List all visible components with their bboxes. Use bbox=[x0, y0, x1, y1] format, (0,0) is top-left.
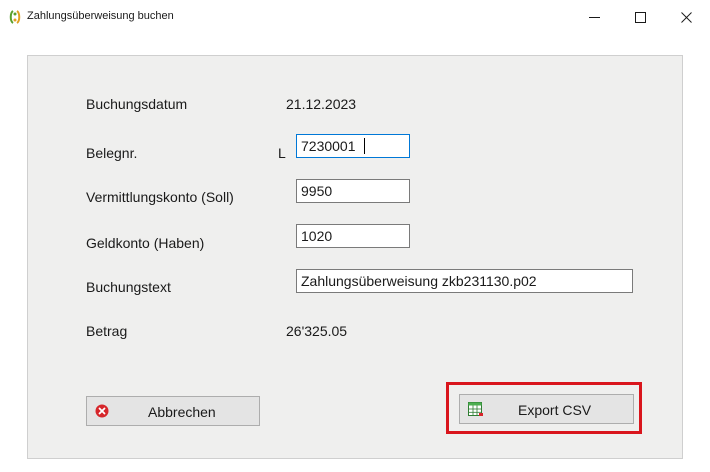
buchungsdatum-value: 21.12.2023 bbox=[286, 96, 357, 112]
buchungstext-input[interactable]: Zahlungsüberweisung zkb231130.p02 bbox=[296, 269, 633, 293]
cancel-button[interactable]: Abbrechen bbox=[86, 396, 260, 426]
title-bar: Zahlungsüberweisung buchen bbox=[0, 0, 710, 34]
text-caret bbox=[364, 138, 365, 154]
buchungstext-label: Buchungstext bbox=[86, 279, 171, 295]
export-csv-button[interactable]: Export CSV bbox=[459, 394, 634, 424]
buchungstext-input-value: Zahlungsüberweisung zkb231130.p02 bbox=[301, 273, 537, 289]
betrag-value: 26'325.05 bbox=[286, 323, 348, 339]
vermittlungskonto-input[interactable]: 9950 bbox=[296, 179, 410, 203]
close-window-button[interactable] bbox=[663, 0, 709, 34]
vermittlungskonto-label: Vermittlungskonto (Soll) bbox=[86, 189, 234, 205]
app-logo-icon bbox=[7, 9, 23, 25]
buchungsdatum-label: Buchungsdatum bbox=[86, 96, 188, 112]
cancel-button-label: Abbrechen bbox=[148, 404, 216, 420]
geldkonto-label: Geldkonto (Haben) bbox=[86, 235, 205, 251]
geldkonto-input[interactable]: 1020 bbox=[296, 224, 410, 248]
booking-form-panel: Buchungsdatum 21.12.2023 Belegnr. L 7230… bbox=[27, 55, 683, 459]
belegnr-prefix: L bbox=[278, 145, 286, 161]
cancel-x-icon bbox=[95, 404, 109, 421]
minimize-button[interactable] bbox=[571, 0, 617, 34]
belegnr-input-value: 7230001 bbox=[301, 138, 356, 154]
maximize-button[interactable] bbox=[617, 0, 663, 34]
window-title: Zahlungsüberweisung buchen bbox=[27, 10, 174, 22]
vermittlungskonto-input-value: 9950 bbox=[301, 183, 333, 199]
spreadsheet-icon bbox=[468, 402, 484, 420]
maximize-icon bbox=[634, 11, 646, 23]
minimize-icon bbox=[588, 16, 600, 18]
belegnr-label: Belegnr. bbox=[86, 145, 138, 161]
belegnr-input[interactable]: 7230001 bbox=[296, 134, 410, 158]
export-csv-button-label: Export CSV bbox=[518, 402, 592, 418]
close-icon bbox=[680, 11, 692, 23]
geldkonto-input-value: 1020 bbox=[301, 228, 333, 244]
betrag-label: Betrag bbox=[86, 323, 128, 339]
